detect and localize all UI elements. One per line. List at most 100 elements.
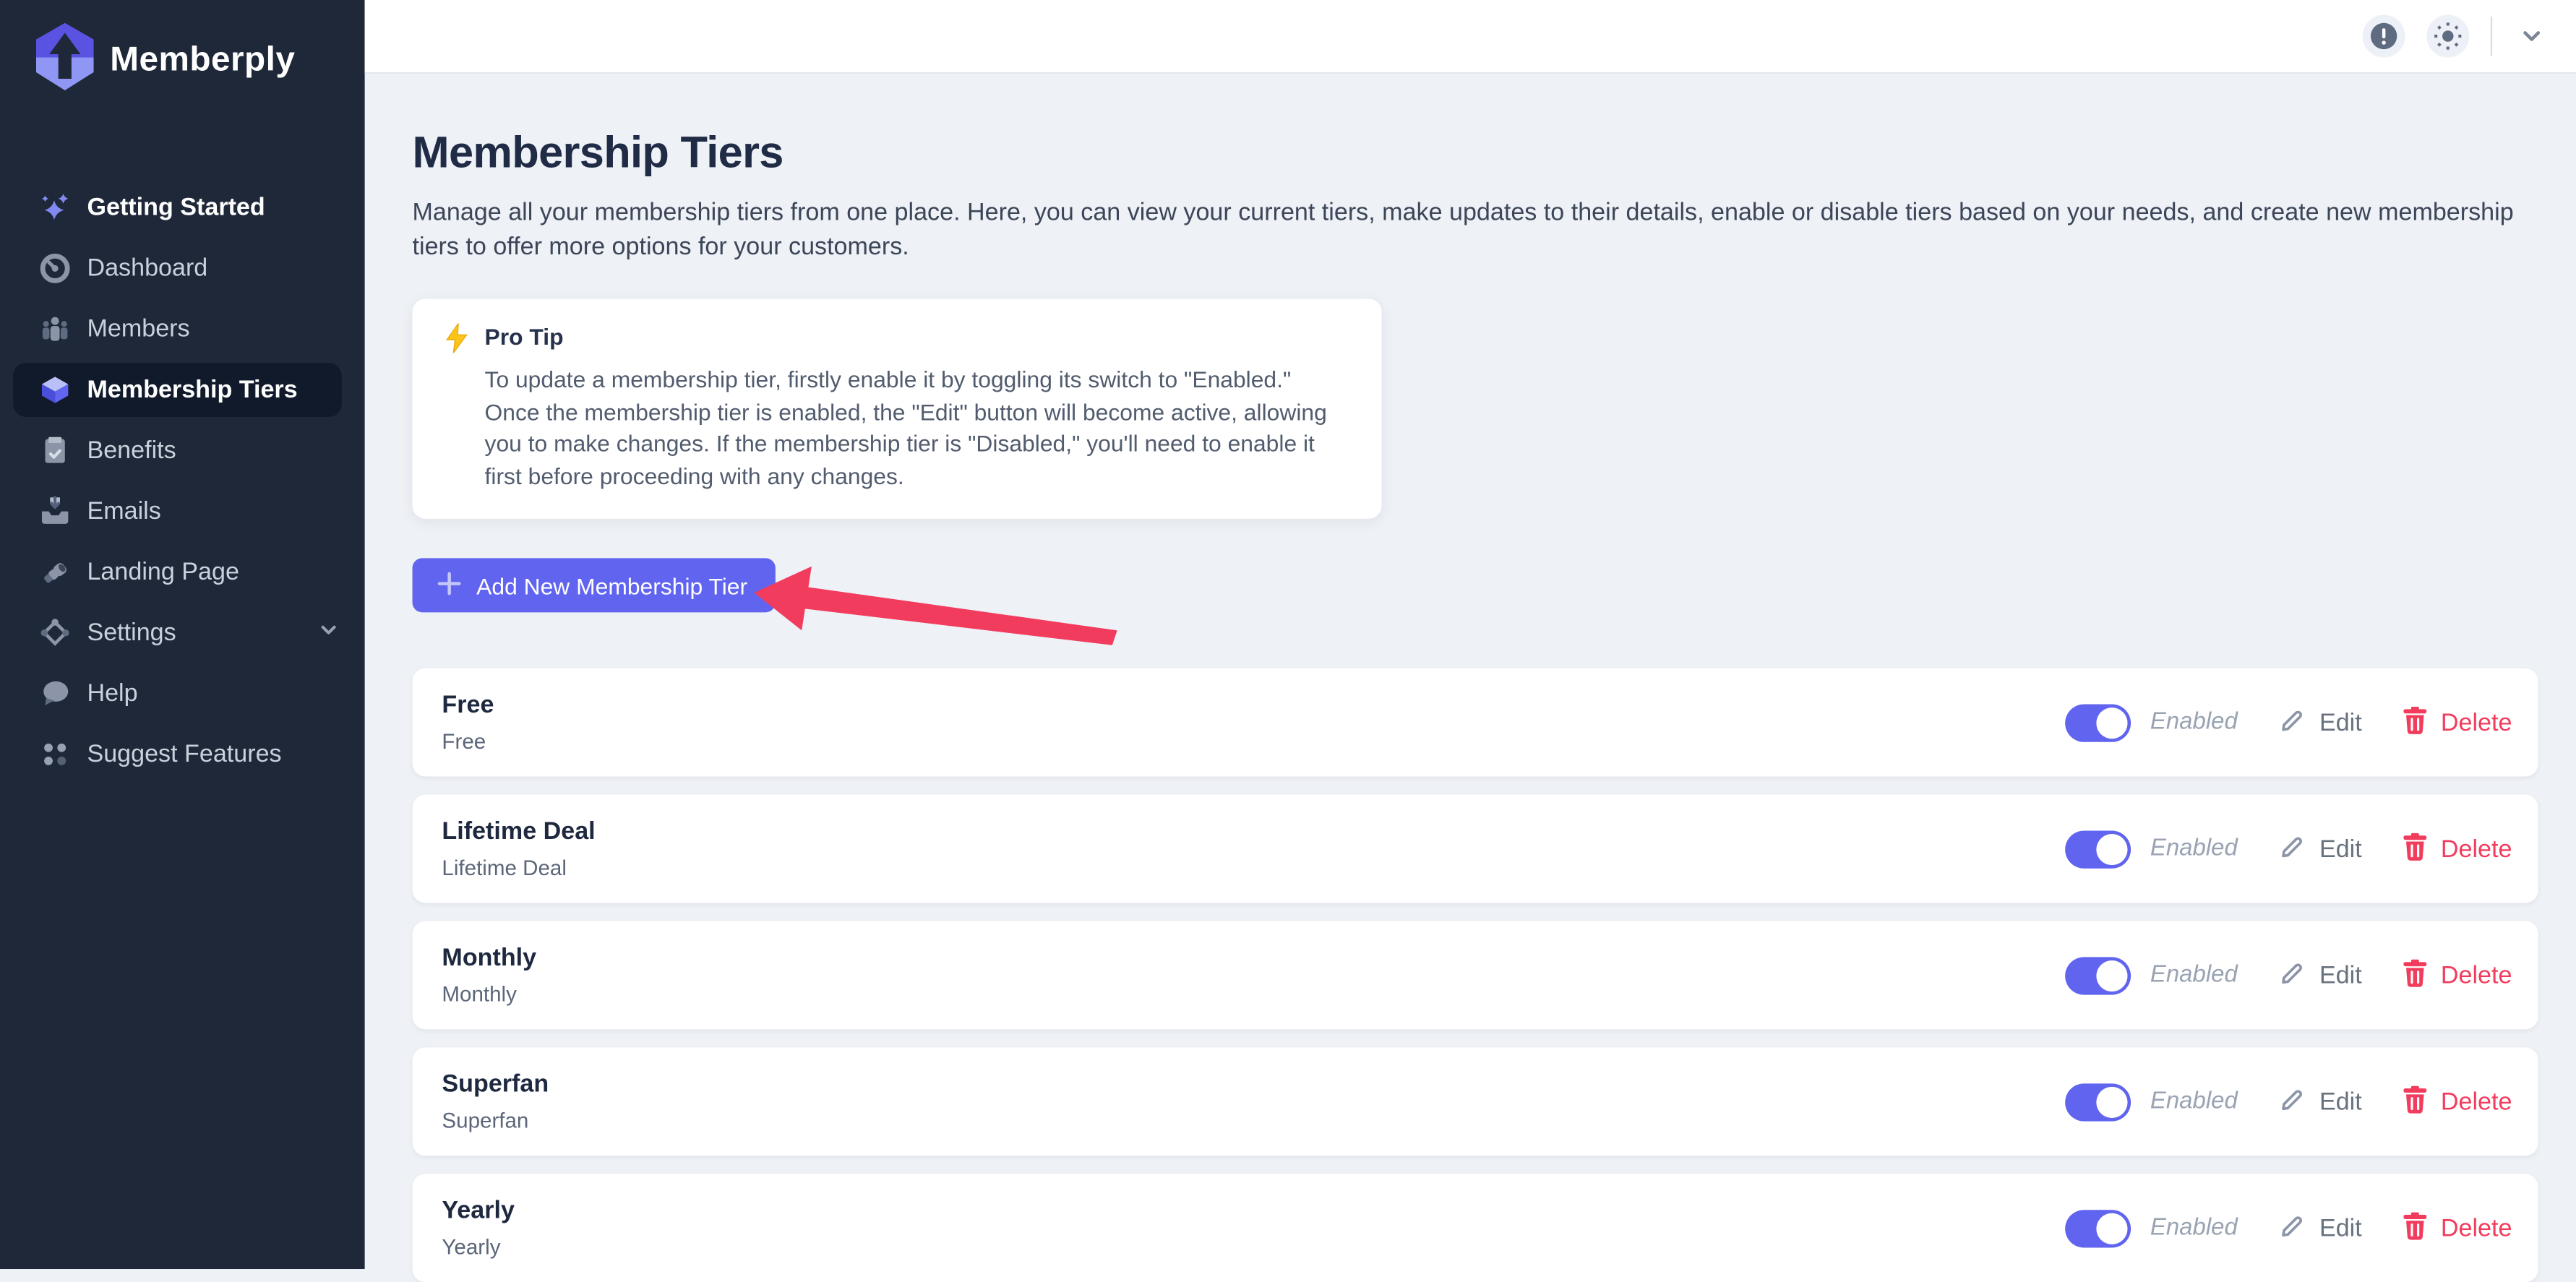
edit-button[interactable]: Edit [2278, 959, 2362, 991]
telescope-icon [40, 556, 71, 588]
tier-enabled-toggle[interactable] [2065, 1209, 2131, 1247]
add-button-label: Add New Membership Tier [476, 572, 747, 598]
tier-enabled-toggle[interactable] [2065, 956, 2131, 994]
sidebar-item-label: Suggest Features [87, 741, 341, 769]
sidebar-item-emails[interactable]: Emails [0, 481, 365, 542]
cube-arrow-up-icon [35, 23, 95, 98]
sidebar-item-membership-tiers[interactable]: Membership Tiers [0, 360, 365, 421]
sidebar-item-label: Settings [87, 619, 315, 647]
tier-status-label: Enabled [2150, 835, 2242, 861]
sidebar-item-benefits[interactable]: Benefits [0, 421, 365, 481]
delete-label: Delete [2441, 708, 2512, 736]
sidebar-item-getting-started[interactable]: Getting Started [0, 177, 365, 238]
top-header [365, 0, 2576, 74]
trash-icon [2401, 705, 2427, 740]
app-screen: Memberply Getting Started [0, 0, 2576, 1269]
delete-label: Delete [2441, 961, 2512, 989]
chevron-down-icon [315, 616, 341, 649]
trash-icon [2401, 832, 2427, 866]
tier-row: Lifetime Deal Lifetime Deal Enabled Edit [413, 795, 2538, 903]
clipboard-check-icon [40, 435, 71, 466]
tier-status-label: Enabled [2150, 1088, 2242, 1114]
sidebar-item-landing-page[interactable]: Landing Page [0, 542, 365, 603]
chat-bubble-icon [40, 678, 71, 709]
tier-subtitle: Superfan [442, 1108, 549, 1132]
vector-nodes-icon [40, 617, 71, 648]
delete-label: Delete [2441, 1214, 2512, 1242]
inbox-arrow-icon [40, 496, 71, 527]
tier-subtitle: Lifetime Deal [442, 856, 595, 880]
page-title: Membership Tiers [413, 126, 2538, 179]
sidebar-item-settings[interactable]: Settings [0, 603, 365, 663]
tier-subtitle: Free [442, 729, 494, 754]
gauge-icon [40, 253, 71, 284]
red-annotation-arrow [749, 563, 1123, 652]
tier-row: Monthly Monthly Enabled Edit [413, 921, 2538, 1029]
edit-label: Edit [2319, 961, 2362, 989]
tier-info: Free Free [442, 691, 494, 753]
tier-enabled-toggle[interactable] [2065, 703, 2131, 741]
sidebar-item-help[interactable]: Help [0, 663, 365, 724]
tier-name: Monthly [442, 944, 536, 972]
edit-button[interactable]: Edit [2278, 833, 2362, 865]
trash-icon [2401, 958, 2427, 993]
chevron-down-icon[interactable] [2517, 22, 2546, 51]
pencil-icon [2278, 706, 2306, 739]
page-description: Manage all your membership tiers from on… [413, 195, 2519, 264]
alert-circle-icon[interactable] [2363, 14, 2405, 57]
trash-icon [2401, 1084, 2427, 1119]
add-new-membership-tier-button[interactable]: Add New Membership Tier [413, 558, 776, 612]
tier-enabled-toggle[interactable] [2065, 830, 2131, 867]
delete-button[interactable]: Delete [2401, 832, 2512, 866]
tier-status-label: Enabled [2150, 1215, 2242, 1241]
delete-button[interactable]: Delete [2401, 1084, 2512, 1119]
toggle-knob [2096, 960, 2127, 991]
tier-name: Yearly [442, 1197, 515, 1225]
toggle-knob [2096, 707, 2127, 738]
sparkles-icon [40, 192, 71, 223]
pencil-icon [2278, 959, 2306, 991]
sidebar-item-suggest-features[interactable]: Suggest Features [0, 724, 365, 785]
edit-button[interactable]: Edit [2278, 1212, 2362, 1244]
edit-button[interactable]: Edit [2278, 706, 2362, 739]
tier-status-label: Enabled [2150, 962, 2242, 988]
tier-info: Superfan Superfan [442, 1070, 549, 1132]
tier-list: Free Free Enabled Edit [413, 668, 2538, 1282]
trash-icon [2401, 1210, 2427, 1245]
sidebar-item-label: Benefits [87, 436, 341, 465]
tier-info: Lifetime Deal Lifetime Deal [442, 817, 595, 879]
brand-logo: Memberply [0, 0, 365, 98]
pencil-icon [2278, 833, 2306, 865]
delete-button[interactable]: Delete [2401, 1210, 2512, 1245]
lightning-bolt-icon [444, 324, 470, 493]
toggle-knob [2096, 833, 2127, 864]
tier-enabled-toggle[interactable] [2065, 1083, 2131, 1120]
pencil-icon [2278, 1212, 2306, 1244]
tier-actions: Enabled Edit [2065, 1209, 2512, 1247]
delete-label: Delete [2441, 835, 2512, 863]
delete-button[interactable]: Delete [2401, 958, 2512, 993]
tier-subtitle: Monthly [442, 981, 536, 1006]
sidebar-item-label: Membership Tiers [87, 376, 341, 404]
sidebar-item-dashboard[interactable]: Dashboard [0, 238, 365, 298]
tier-subtitle: Yearly [442, 1234, 515, 1259]
sidebar-item-label: Dashboard [87, 254, 341, 283]
sidebar-item-label: Getting Started [87, 194, 341, 222]
tier-actions: Enabled Edit [2065, 956, 2512, 994]
brightness-icon[interactable] [2426, 14, 2469, 57]
toggle-knob [2096, 1213, 2127, 1244]
edit-label: Edit [2319, 1088, 2362, 1116]
tier-info: Monthly Monthly [442, 944, 536, 1006]
toggle-knob [2096, 1086, 2127, 1117]
pro-tip-title: Pro Tip [485, 324, 1336, 350]
tier-row: Yearly Yearly Enabled Edit [413, 1174, 2538, 1282]
edit-label: Edit [2319, 708, 2362, 736]
sidebar-nav: Getting Started Dashboard [0, 177, 365, 785]
sidebar-item-members[interactable]: Members [0, 298, 365, 359]
delete-button[interactable]: Delete [2401, 705, 2512, 740]
brand-name: Memberply [110, 41, 295, 81]
edit-label: Edit [2319, 1214, 2362, 1242]
delete-label: Delete [2441, 1088, 2512, 1116]
edit-button[interactable]: Edit [2278, 1085, 2362, 1118]
plus-icon [437, 570, 462, 600]
